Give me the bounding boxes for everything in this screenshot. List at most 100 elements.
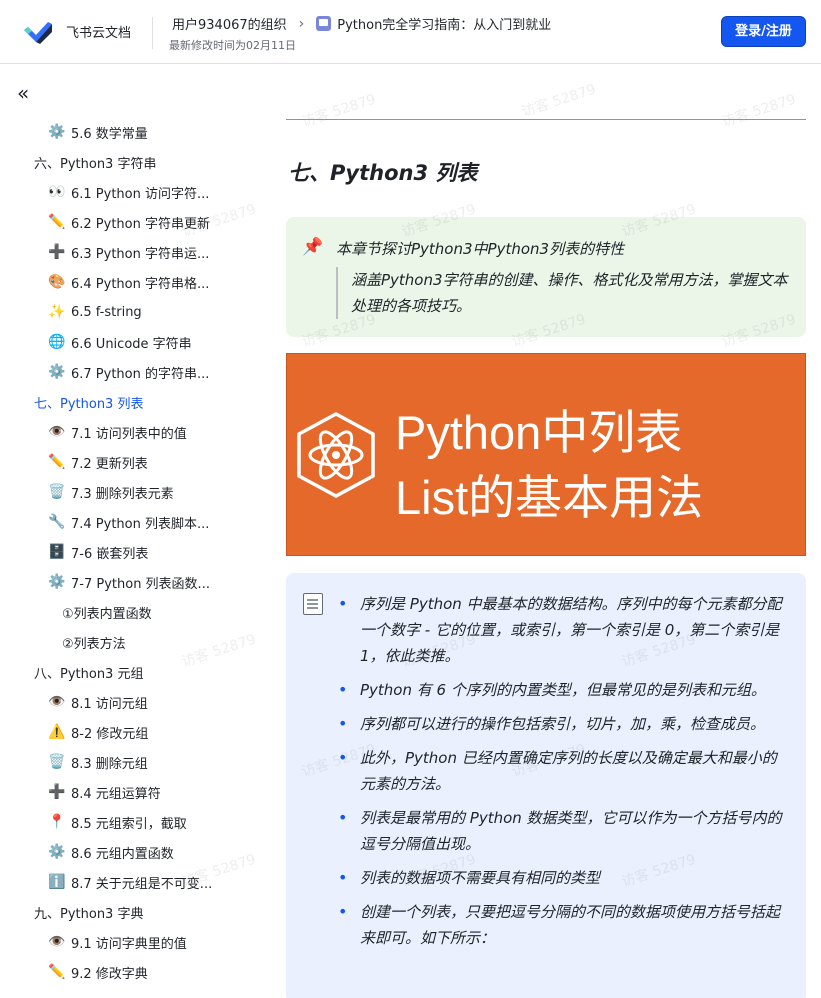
toc-item-label: 8-2 修改元组 (71, 726, 149, 742)
toc-item-label: 七、Python3 列表 (34, 396, 144, 412)
toc-item-label: 九、Python3 字典 (34, 906, 144, 922)
header-divider (152, 17, 153, 49)
list-item: 列表的数据项不需要具有相同的类型 (338, 865, 790, 891)
breadcrumb-org[interactable]: 用户934067的组织 (172, 14, 287, 33)
toc-item[interactable]: 🗄️ 7-6 嵌套列表 (0, 537, 260, 567)
toc-item[interactable]: 👁️ 7.1 访问列表中的值 (0, 417, 260, 447)
toc-item-label: 7-6 嵌套列表 (71, 546, 149, 562)
toc-item[interactable]: 🔧 7.4 Python 列表脚本... (0, 507, 260, 537)
brand-name[interactable]: 飞书云文档 (66, 22, 131, 41)
section-heading: 七、Python3 列表 (288, 161, 478, 185)
toc-item[interactable]: ℹ️ 8.7 关于元组是不可变... (0, 867, 260, 897)
toc-item-label: 6.6 Unicode 字符串 (71, 336, 192, 352)
toc-item-label: 8.1 访问元组 (71, 696, 148, 712)
toc-item[interactable]: ✏️ 7.2 更新列表 (0, 447, 260, 477)
eye-icon: 👁️ (48, 694, 66, 710)
toc-item[interactable]: ⚠️ 8-2 修改元组 (0, 717, 260, 747)
banner-title-line2: List的基本用法 (395, 471, 704, 524)
trash-icon: 🗑️ (48, 754, 66, 770)
breadcrumb-doc-title[interactable]: Python完全学习指南：从入门到就业 (337, 14, 551, 33)
toc-item[interactable]: 🌐 6.6 Unicode 字符串 (0, 327, 260, 357)
toc-item[interactable]: 👁️ 8.1 访问元组 (0, 687, 260, 717)
eyes-icon: 👀 (48, 184, 66, 200)
pencil-icon: ✏️ (48, 964, 66, 980)
feishu-docs-logo-icon[interactable] (22, 18, 54, 46)
pushpin-icon: 📌 (302, 237, 324, 257)
toc-item[interactable]: 🎨 6.4 Python 字符串格... (0, 267, 260, 297)
pencil-icon: ✏️ (48, 454, 66, 470)
plus-icon: ➕ (48, 244, 66, 260)
toc-item[interactable]: ➕ 6.3 Python 字符串运... (0, 237, 260, 267)
toc-item-label: ②列表方法 (62, 636, 126, 652)
toc-item[interactable]: ⚙️ 7-7 Python 列表函数... (0, 567, 260, 597)
atom-hexagon-icon (297, 412, 375, 498)
toc-item[interactable]: ✏️ 6.2 Python 字符串更新 (0, 207, 260, 237)
toc-item-label: 9.1 访问字典里的值 (71, 936, 187, 952)
pin-icon: 📍 (48, 814, 66, 830)
callout-quote: 涵盖Python3字符串的创建、操作、格式化及常用方法，掌握文本处理的各项技巧。 (336, 267, 796, 319)
toc-item[interactable]: ⚙️ 6.7 Python 的字符串... (0, 357, 260, 387)
toc-item-label: 8.7 关于元组是不可变... (71, 876, 213, 892)
toc-item[interactable]: 🗑️ 8.3 删除元组 (0, 747, 260, 777)
callout-notes: 序列是 Python 中最基本的数据结构。序列中的每个元素都分配一个数字 - 它… (286, 573, 806, 998)
toc-item-label: 7.4 Python 列表脚本... (71, 516, 210, 532)
toc-section[interactable]: 九、Python3 字典 (0, 897, 260, 927)
banner-image: Python中列表 List的基本用法 (286, 353, 806, 556)
toc-sidebar: « ⚙️ 5.6 数学常量 六、Python3 字符串 👀 6.1 Python 访… (0, 65, 260, 998)
gear-icon: ⚙️ (48, 844, 66, 860)
gear-icon: ⚙️ (48, 574, 66, 590)
last-modified-text: 最新修改时间为02月11日 (169, 39, 296, 52)
gear-icon: ⚙️ (48, 124, 66, 140)
palette-icon: 🎨 (48, 274, 66, 290)
toc-item[interactable]: ✨ 6.5 f-string (0, 297, 260, 327)
toc-item[interactable]: ✏️ 9.2 修改字典 (0, 957, 260, 987)
toc-section[interactable]: 八、Python3 元组 (0, 657, 260, 687)
trash-icon: 🗑️ (48, 484, 66, 500)
toc-item[interactable]: ➕ 8.4 元组运算符 (0, 777, 260, 807)
toc-section[interactable]: 六、Python3 字符串 (0, 147, 260, 177)
gear-icon: ⚙️ (48, 364, 66, 380)
list-item: 序列是 Python 中最基本的数据结构。序列中的每个元素都分配一个数字 - 它… (338, 591, 790, 669)
toc-item-label: 7.3 删除列表元素 (71, 486, 174, 502)
toc-item[interactable]: ⚙️ 8.6 元组内置函数 (0, 837, 260, 867)
toc-item-label: 8.6 元组内置函数 (71, 846, 174, 862)
doc-icon (316, 16, 332, 31)
login-register-button[interactable]: 登录/注册 (721, 16, 806, 47)
toc-item-label: 6.7 Python 的字符串... (71, 366, 210, 382)
toc-item[interactable]: ⚙️ 5.6 数学常量 (0, 117, 260, 147)
list-item: 创建一个列表，只要把逗号分隔的不同的数据项使用方括号括起来即可。如下所示： (338, 899, 790, 951)
callout-title: 本章节探讨Python3中Python3列表的特性 (336, 240, 625, 258)
collapse-sidebar-icon[interactable]: « (17, 83, 29, 103)
list-item: 此外，Python 已经内置确定序列的长度以及确定最大和最小的元素的方法。 (338, 745, 790, 797)
toc-item[interactable]: 👁️ 9.1 访问字典里的值 (0, 927, 260, 957)
toc-item-label: 7-7 Python 列表函数... (71, 576, 210, 592)
breadcrumb: 用户934067的组织 › Python完全学习指南：从入门到就业 (172, 14, 551, 34)
toc-item[interactable]: 📍 8.5 元组索引，截取 (0, 807, 260, 837)
banner-title-line1: Python中列表 (395, 406, 683, 459)
toc-item-label: 6.1 Python 访问字符... (71, 186, 210, 202)
toc-item-label: ①列表内置函数 (62, 606, 152, 622)
plus-icon: ➕ (48, 784, 66, 800)
toc-item-label: 7.1 访问列表中的值 (71, 426, 187, 442)
toc-subitem[interactable]: ②列表方法 (0, 627, 260, 657)
toc-subitem[interactable]: ①列表内置函数 (0, 597, 260, 627)
wrench-icon: 🔧 (48, 514, 66, 530)
chevron-right-icon: › (298, 15, 305, 32)
toc-item-label: 八、Python3 元组 (34, 666, 144, 682)
eye-icon: 👁️ (48, 424, 66, 440)
toc-item-label: 8.4 元组运算符 (71, 786, 161, 802)
toc-item[interactable]: 🗑️ 7.3 删除列表元素 (0, 477, 260, 507)
globe-icon: 🌐 (48, 334, 66, 350)
toc-item-label: 6.4 Python 字符串格... (71, 276, 210, 292)
sparkles-icon: ✨ (48, 304, 66, 320)
toc-item-label: 8.5 元组索引，截取 (71, 816, 187, 832)
pencil-icon: ✏️ (48, 214, 66, 230)
toc-item-label: 9.2 修改字典 (71, 966, 148, 982)
document-content: 七、Python3 列表 📌 本章节探讨Python3中Python3列表的特性… (286, 65, 806, 998)
toc-section-active[interactable]: 七、Python3 列表 (0, 387, 260, 417)
list-item: 序列都可以进行的操作包括索引，切片，加，乘，检查成员。 (338, 711, 790, 737)
toc-list: ⚙️ 5.6 数学常量 六、Python3 字符串 👀 6.1 Python 访问字… (0, 117, 260, 987)
toc-item[interactable]: 👀 6.1 Python 访问字符... (0, 177, 260, 207)
toc-item-label: 5.6 数学常量 (71, 126, 148, 142)
bullet-list: 序列是 Python 中最基本的数据结构。序列中的每个元素都分配一个数字 - 它… (338, 591, 790, 959)
